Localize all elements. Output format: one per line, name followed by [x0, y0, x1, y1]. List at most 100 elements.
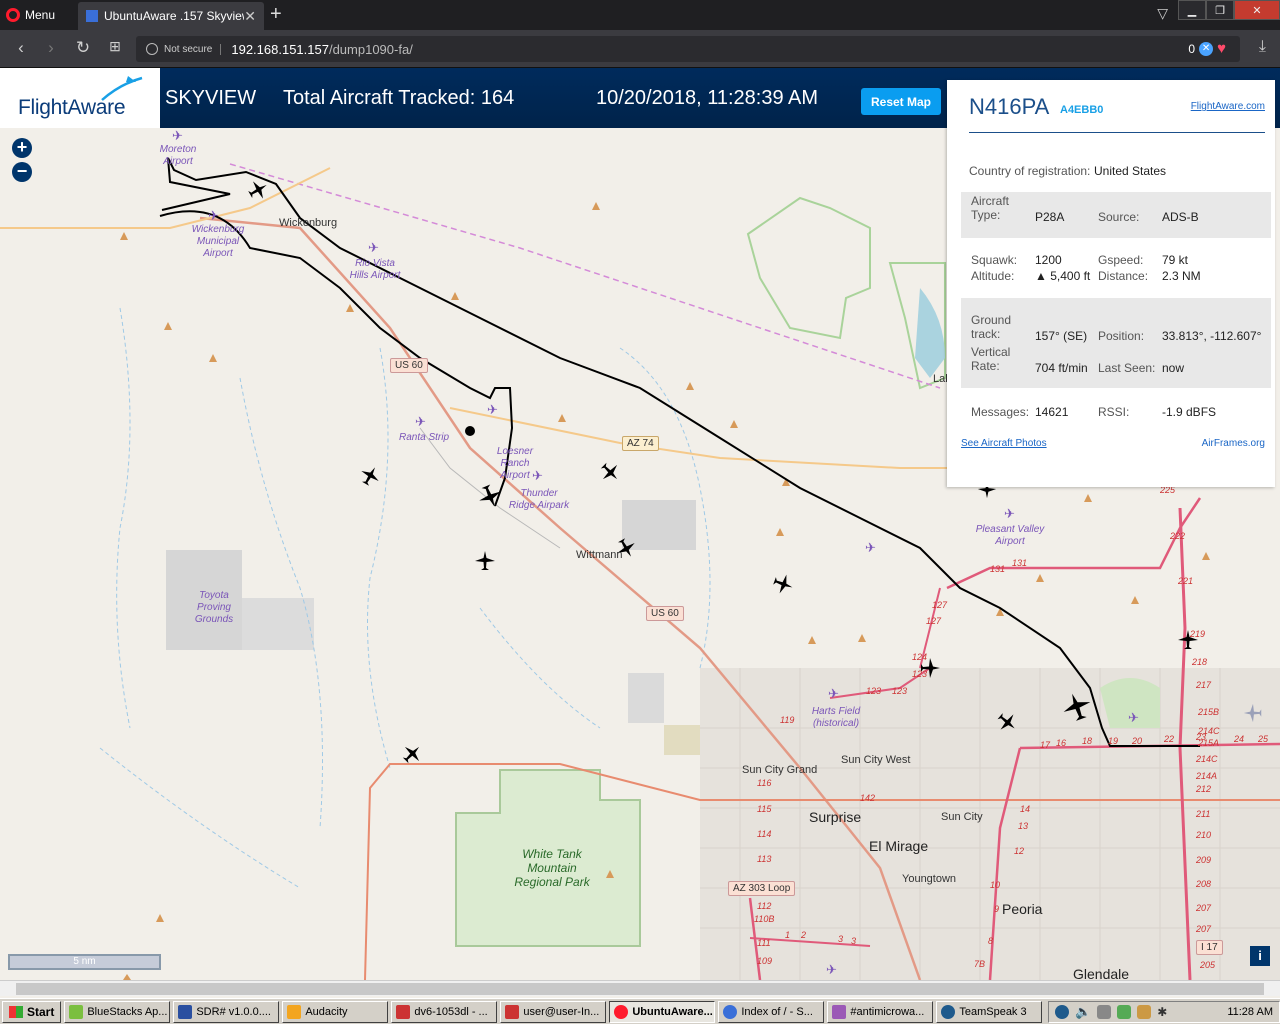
exit-label: 127: [926, 616, 942, 626]
taskbar-item-index[interactable]: Index of / - S...: [718, 1000, 825, 1023]
exit-label: 131: [990, 564, 1006, 574]
rssi-value: -1.9 dBFS: [1162, 405, 1217, 419]
source-value: ADS-B: [1162, 210, 1199, 224]
horizontal-scrollbar[interactable]: [0, 980, 1280, 996]
device-icon[interactable]: [1097, 1005, 1112, 1019]
exit-label: 218: [1192, 657, 1208, 667]
taskbar-item-irc[interactable]: #antimicrowa...: [827, 1000, 934, 1023]
panel-divider: [969, 132, 1265, 133]
minimize-button[interactable]: ▁: [1178, 0, 1206, 20]
taskbar-item-audacity[interactable]: Audacity: [282, 1000, 389, 1023]
exit-label: 217: [1196, 680, 1212, 690]
plane-logo-icon: [101, 76, 143, 101]
altitude-label: Altitude:: [971, 269, 1015, 283]
opera-menu-button[interactable]: Menu: [6, 5, 55, 25]
opera-logo-icon: [6, 8, 20, 22]
back-icon[interactable]: ‹: [10, 38, 32, 58]
reload-icon[interactable]: ↻: [72, 38, 94, 58]
aircraft-tracked-count: Total Aircraft Tracked: 164: [283, 87, 515, 109]
irc-icon: [832, 1004, 847, 1019]
aircraft-icon[interactable]: [1060, 690, 1094, 724]
shield-az74: AZ 74: [622, 436, 659, 451]
exit-label: 123: [912, 669, 928, 679]
speed-dial-icon[interactable]: ⊞: [104, 38, 126, 55]
tab-menu-icon[interactable]: ▽: [1157, 5, 1168, 22]
exit-label: 17: [1040, 740, 1051, 750]
aircraft-photos-link[interactable]: See Aircraft Photos: [961, 438, 1047, 449]
url-field[interactable]: Not secure 192.168.151.157 /dump1090-fa/: [136, 36, 1240, 62]
map-info-button[interactable]: i: [1250, 946, 1270, 966]
taskbar-item-bluestacks[interactable]: BlueStacks Ap...: [64, 1000, 171, 1023]
aircraft-icon[interactable]: [400, 742, 424, 766]
aircraft-icon[interactable]: [995, 710, 1019, 734]
globe-icon: [146, 43, 158, 55]
source-label: Source:: [1098, 210, 1140, 224]
aircraft-icon[interactable]: [771, 572, 795, 596]
taskbar-item-label: Audacity: [305, 1005, 348, 1018]
airport-icon: ✈: [1128, 710, 1139, 725]
aircraft-icon[interactable]: [473, 549, 497, 573]
exit-label: 119: [780, 715, 795, 725]
reset-map-button[interactable]: Reset Map: [861, 88, 941, 115]
maximize-button[interactable]: ❐: [1206, 0, 1234, 20]
exit-label: 207: [1196, 924, 1212, 934]
vnc-icon: [505, 1004, 520, 1019]
network-icon[interactable]: [1055, 1005, 1069, 1019]
taskbar-item-teamspeak[interactable]: TeamSpeak 3: [936, 1000, 1043, 1023]
tab-close-icon[interactable]: ✕: [244, 8, 256, 25]
squawk-label: Squawk:: [971, 253, 1018, 267]
label-toyota-grounds: Toyota Proving Grounds: [194, 590, 234, 625]
aircraft-icon-jet[interactable]: [1238, 702, 1268, 724]
airframes-link[interactable]: AirFrames.org: [1202, 438, 1265, 449]
aircraft-hex: A4EBB0: [1060, 104, 1104, 116]
scrollbar-thumb[interactable]: [16, 983, 1264, 995]
zoom-in-button[interactable]: +: [12, 138, 32, 158]
aircraft-icon[interactable]: [358, 464, 382, 488]
airport-icon: ✈: [828, 686, 839, 701]
exit-label: 18: [1082, 736, 1093, 746]
stack-icon[interactable]: [1137, 1005, 1152, 1019]
aircraft-icon-selected[interactable]: [476, 482, 504, 510]
country-value: United States: [1094, 164, 1167, 178]
flightaware-logo[interactable]: FlightAware: [0, 68, 160, 128]
forward-icon[interactable]: ›: [40, 38, 62, 58]
aircraft-icon[interactable]: [598, 460, 622, 484]
exit-label: 7B: [974, 959, 986, 969]
browser-tab[interactable]: UbuntuAware .157 Skyview ✕: [78, 2, 264, 30]
label-wickenburg-airport: Wickenburg Municipal Airport: [191, 224, 245, 259]
not-secure-label: Not secure: [164, 43, 222, 55]
boundary-line: [229, 163, 941, 389]
airport-icon: ✈: [415, 414, 426, 429]
menu-label: Menu: [25, 8, 56, 22]
exit-label: 10: [990, 880, 1001, 890]
taskbar-item-sdrsharp[interactable]: SDR# v1.0.0....: [173, 1000, 280, 1023]
aircraft-icon[interactable]: [246, 178, 270, 202]
new-tab-button[interactable]: +: [270, 4, 282, 24]
zoom-out-button[interactable]: −: [12, 162, 32, 182]
bluetooth-icon[interactable]: ✱: [1157, 1005, 1167, 1019]
airport-icon: ✈: [487, 402, 498, 417]
bluestacks-icon: [69, 1004, 84, 1019]
taskbar-item-ubuntuaware[interactable]: UbuntuAware...: [609, 1000, 716, 1023]
exit-label: 215B: [1198, 707, 1220, 717]
airport-icon: ✈: [208, 208, 219, 223]
adblock-icon[interactable]: ✕: [1199, 41, 1214, 56]
skyview-page: FlightAware SKYVIEW Total Aircraft Track…: [0, 68, 1280, 998]
close-window-button[interactable]: ✕: [1234, 0, 1280, 20]
download-icon[interactable]: ⤓: [1259, 38, 1266, 56]
vertical-rate-label: Vertical Rate:: [971, 345, 1011, 373]
heart-icon[interactable]: ♥: [1217, 40, 1226, 57]
app-tray-icon[interactable]: [1117, 1005, 1132, 1019]
exit-label: 14: [1020, 804, 1031, 814]
browser-icon: [723, 1004, 738, 1019]
flightaware-link[interactable]: FlightAware.com: [1191, 101, 1265, 112]
ground-track-value: 157° (SE): [1035, 329, 1088, 343]
exit-label: 8: [988, 936, 994, 946]
window-controls: ▁ ❐ ✕: [1178, 0, 1280, 20]
taskbar-item-user[interactable]: user@user-In...: [500, 1000, 607, 1023]
volume-icon[interactable]: 🔈: [1075, 1004, 1091, 1020]
exit-label: 2: [801, 930, 807, 940]
taskbar-item-dv6[interactable]: dv6-1053dl - ...: [391, 1000, 498, 1023]
start-button[interactable]: Start: [2, 1000, 62, 1023]
exit-label: 222: [1170, 531, 1186, 541]
